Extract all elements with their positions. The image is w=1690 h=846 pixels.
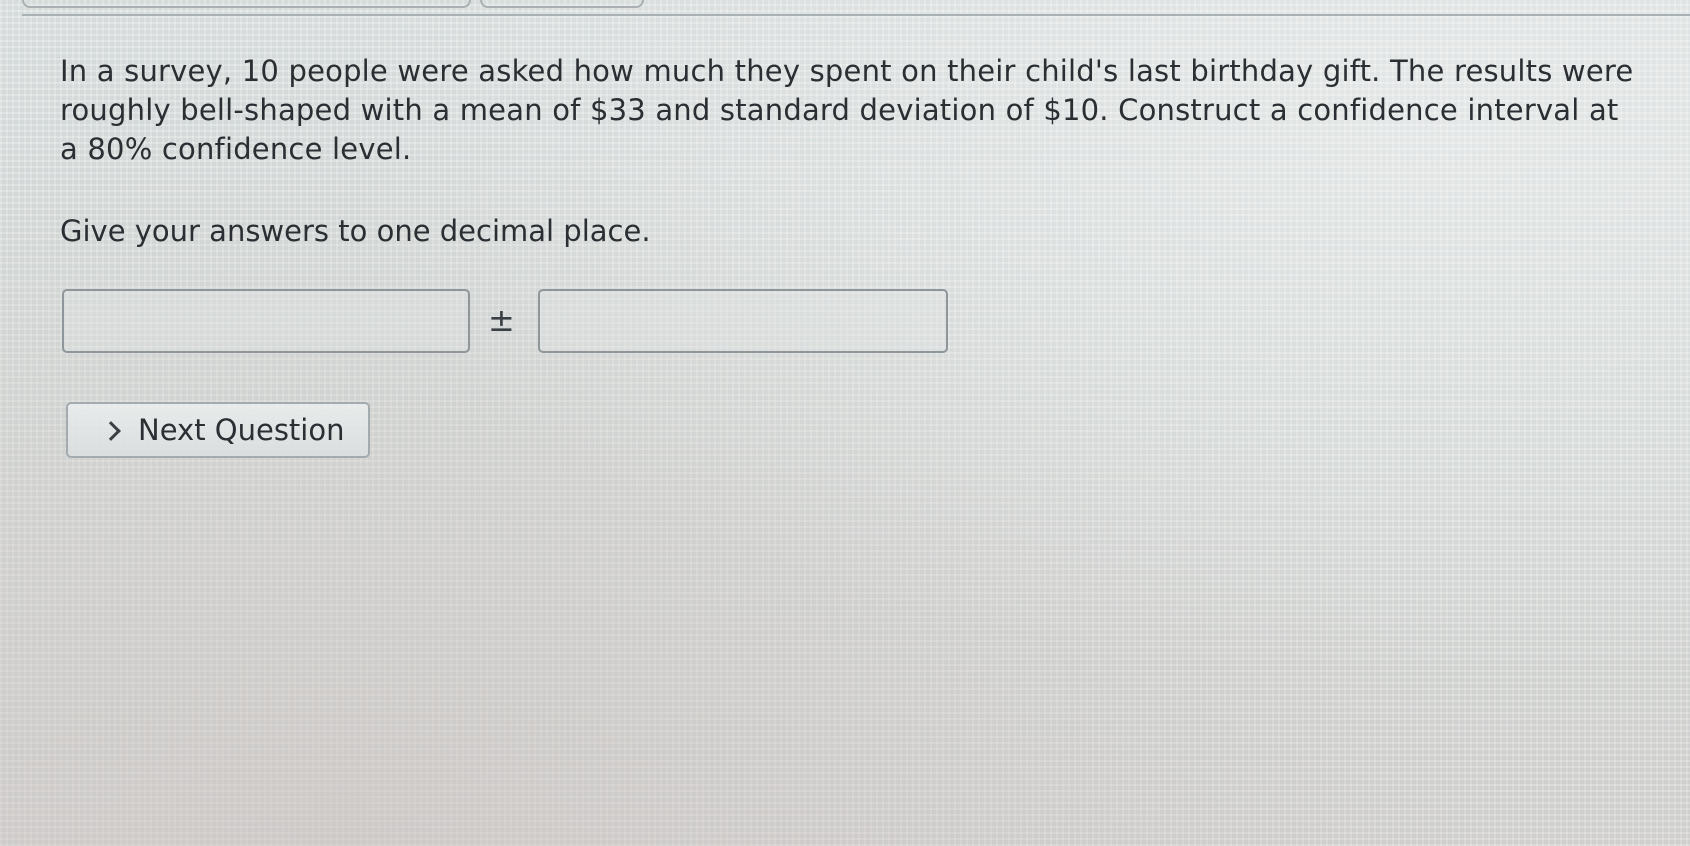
chevron-right-icon [101, 420, 121, 441]
next-question-label: Next Question [138, 413, 345, 447]
margin-of-error-input[interactable] [538, 289, 948, 353]
point-estimate-input[interactable] [62, 289, 470, 353]
top-tab-outline-left [22, 0, 471, 8]
next-question-button[interactable]: Next Question [66, 402, 370, 458]
question-text: In a survey, 10 people were asked how mu… [60, 54, 1634, 166]
plus-minus-sign: ± [488, 301, 515, 339]
instruction-text: Give your answers to one decimal place. [60, 214, 651, 248]
top-tab-outline-right [480, 0, 644, 8]
top-divider [22, 14, 1690, 16]
